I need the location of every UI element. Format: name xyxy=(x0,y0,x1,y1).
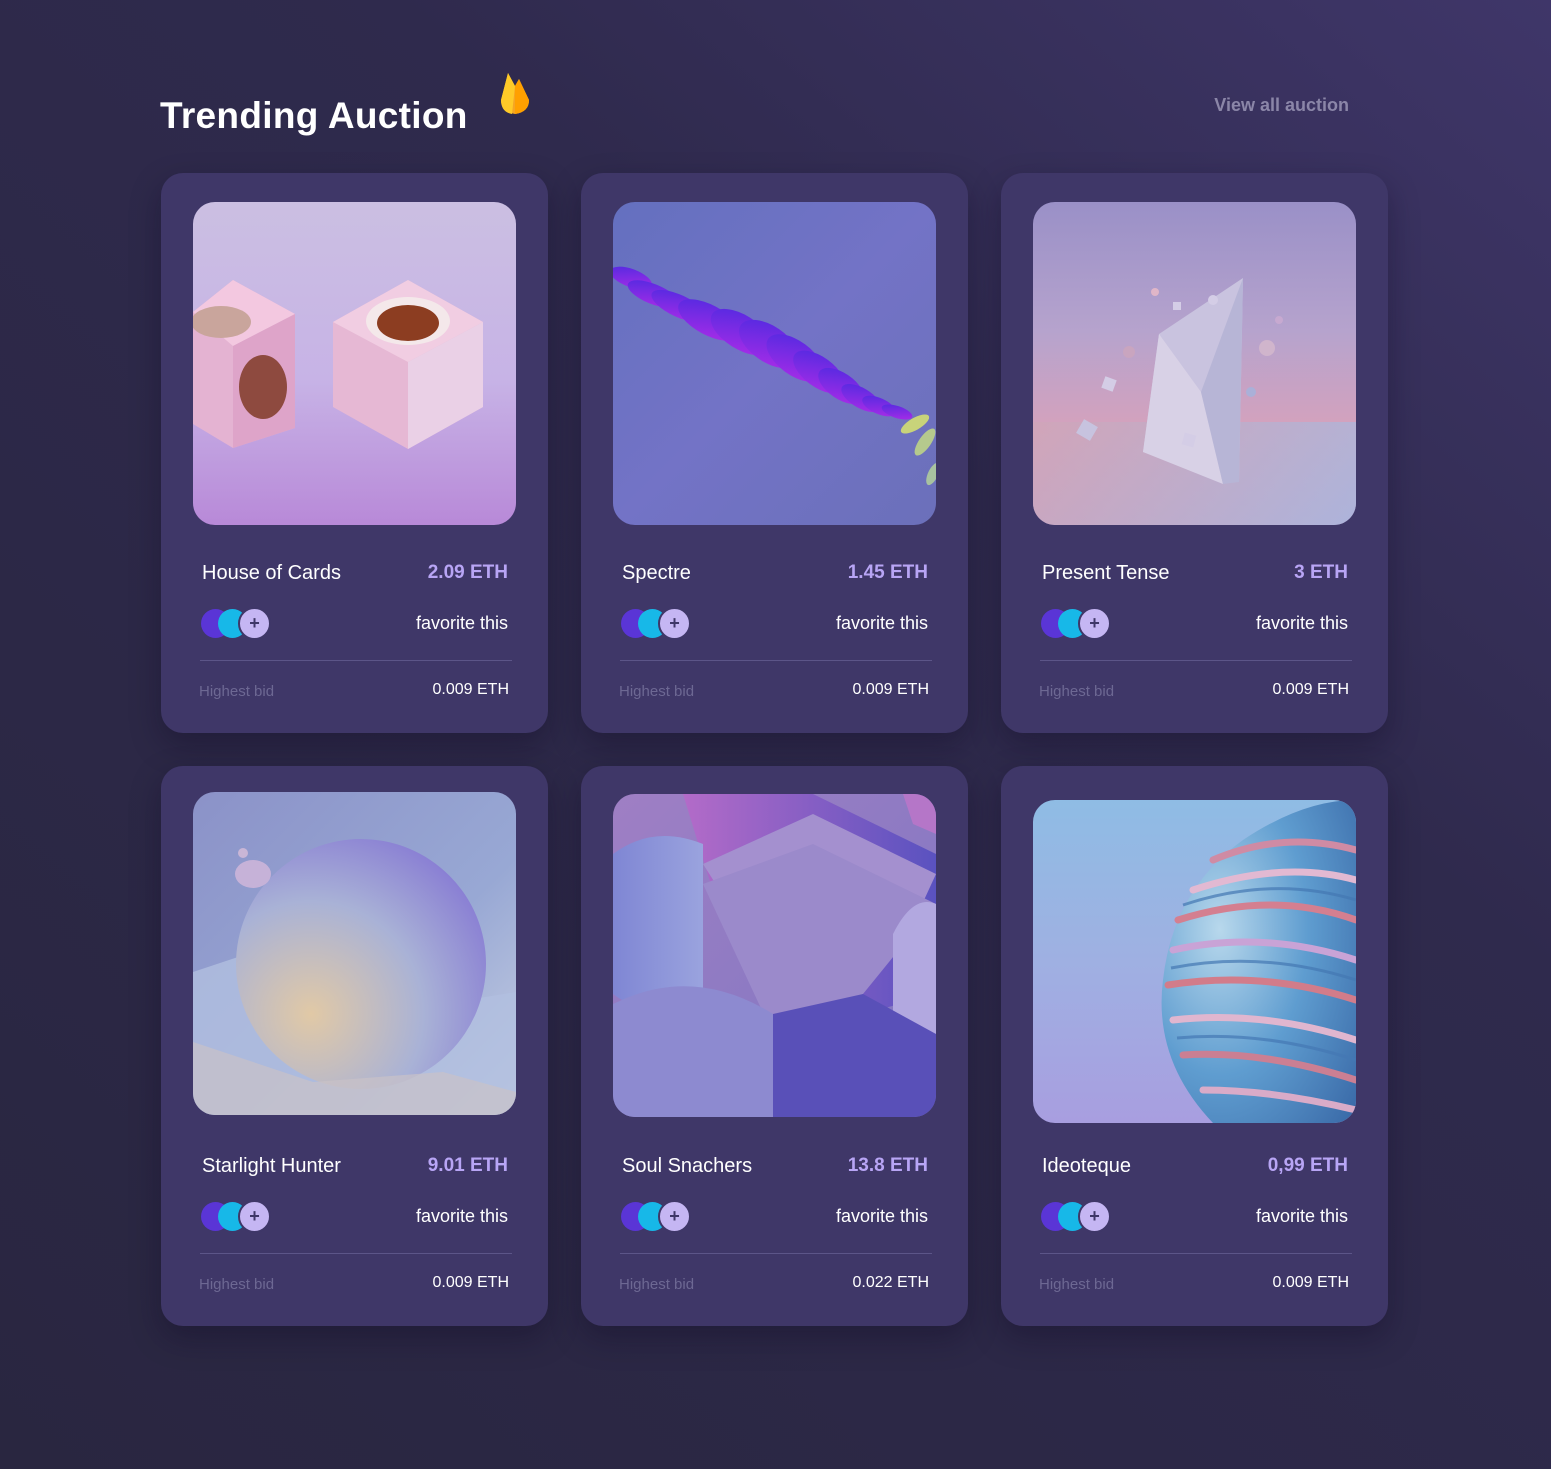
artwork-image[interactable] xyxy=(613,794,936,1117)
divider xyxy=(620,660,932,661)
favorite-button[interactable]: favorite this xyxy=(836,1206,928,1227)
favorite-button[interactable]: favorite this xyxy=(836,613,928,634)
flame-icon xyxy=(501,73,529,114)
artwork-image[interactable] xyxy=(613,202,936,525)
add-bidder-button[interactable]: + xyxy=(658,607,691,640)
highest-bid-label: Highest bid xyxy=(1039,683,1115,700)
artwork-title: Ideoteque xyxy=(1042,1155,1131,1177)
artwork-image[interactable] xyxy=(193,792,516,1115)
artwork-price: 1.45 ETH xyxy=(847,562,928,583)
view-all-auction-link[interactable]: View all auction xyxy=(1214,95,1349,116)
artwork-title: Present Tense xyxy=(1042,562,1170,584)
artwork-price: 3 ETH xyxy=(1294,562,1348,583)
highest-bid-value: 0.022 ETH xyxy=(852,1274,929,1291)
highest-bid-value: 0.009 ETH xyxy=(432,1274,509,1291)
highest-bid-label: Highest bid xyxy=(619,683,695,700)
highest-bid-value: 0.009 ETH xyxy=(1272,681,1349,698)
artwork-image[interactable] xyxy=(1033,800,1356,1123)
highest-bid-label: Highest bid xyxy=(1039,1276,1115,1293)
highest-bid-value: 0.009 ETH xyxy=(432,681,509,698)
divider xyxy=(200,1253,512,1254)
highest-bid-value: 0.009 ETH xyxy=(1272,1274,1349,1291)
add-bidder-button[interactable]: + xyxy=(238,1200,271,1233)
favorite-button[interactable]: favorite this xyxy=(1256,613,1348,634)
auction-card[interactable]: House of Cards 2.09 ETH + favorite this … xyxy=(161,173,548,733)
artwork-title: House of Cards xyxy=(202,562,341,584)
favorite-button[interactable]: favorite this xyxy=(1256,1206,1348,1227)
highest-bid-label: Highest bid xyxy=(199,1276,275,1293)
add-bidder-button[interactable]: + xyxy=(1078,607,1111,640)
highest-bid-label: Highest bid xyxy=(619,1276,695,1293)
bidder-avatars: + xyxy=(201,1200,271,1233)
divider xyxy=(200,660,512,661)
favorite-button[interactable]: favorite this xyxy=(416,613,508,634)
artwork-image[interactable] xyxy=(193,202,516,525)
artwork-price: 2.09 ETH xyxy=(427,562,508,583)
add-bidder-button[interactable]: + xyxy=(238,607,271,640)
artwork-price: 0,99 ETH xyxy=(1267,1155,1348,1176)
divider xyxy=(620,1253,932,1254)
add-bidder-button[interactable]: + xyxy=(658,1200,691,1233)
highest-bid-label: Highest bid xyxy=(199,683,275,700)
auction-card[interactable]: Ideoteque 0,99 ETH + favorite this Highe… xyxy=(1001,766,1388,1326)
highest-bid-value: 0.009 ETH xyxy=(852,681,929,698)
artwork-title: Spectre xyxy=(622,562,691,584)
artwork-title: Starlight Hunter xyxy=(202,1155,341,1177)
auction-card[interactable]: Starlight Hunter 9.01 ETH + favorite thi… xyxy=(161,766,548,1326)
divider xyxy=(1040,1253,1352,1254)
bidder-avatars: + xyxy=(1041,607,1111,640)
artwork-image[interactable] xyxy=(1033,202,1356,525)
bidder-avatars: + xyxy=(621,1200,691,1233)
artwork-title: Soul Snachers xyxy=(622,1155,753,1177)
bidder-avatars: + xyxy=(1041,1200,1111,1233)
artwork-price: 9.01 ETH xyxy=(427,1155,508,1176)
add-bidder-button[interactable]: + xyxy=(1078,1200,1111,1233)
auction-card[interactable]: Present Tense 3 ETH + favorite this High… xyxy=(1001,173,1388,733)
bidder-avatars: + xyxy=(201,607,271,640)
auction-card[interactable]: Soul Snachers 13.8 ETH + favorite this H… xyxy=(581,766,968,1326)
divider xyxy=(1040,660,1352,661)
favorite-button[interactable]: favorite this xyxy=(416,1206,508,1227)
auction-card[interactable]: Spectre 1.45 ETH + favorite this Highest… xyxy=(581,173,968,733)
bidder-avatars: + xyxy=(621,607,691,640)
page-title: Trending Auction xyxy=(160,94,468,136)
artwork-price: 13.8 ETH xyxy=(847,1155,928,1176)
